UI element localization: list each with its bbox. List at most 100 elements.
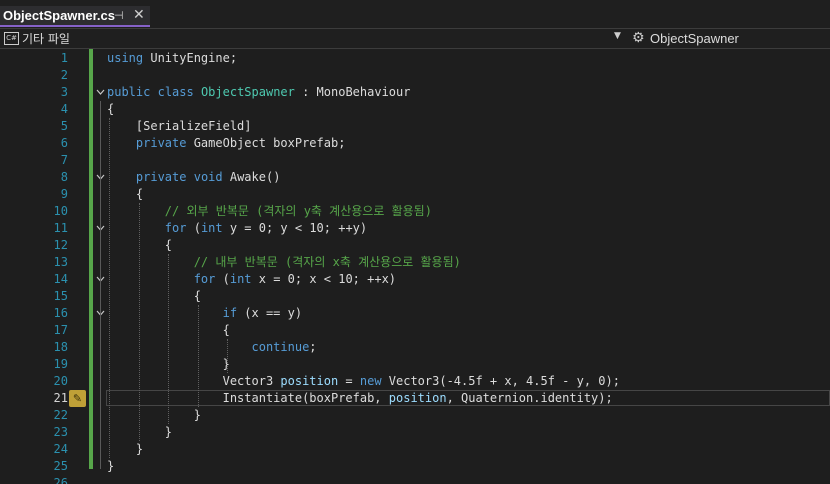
code-token: ( [215,272,230,286]
code-line: // 내부 반복문 (격자의 x축 계산용으로 활용됨) [107,254,461,271]
fold-toggle-icon[interactable] [96,84,105,101]
chevron-down-icon[interactable]: ▼ [614,31,621,41]
code-line: private void Awake() [107,169,281,186]
code-line: using UnityEngine; [107,50,237,67]
line-number: 1 [60,51,68,65]
code-line: Instantiate(boxPrefab, position, Quatern… [107,390,613,407]
document-tab-bar: ObjectSpawner.cs ⊣ ✕ [0,0,830,28]
class-icon: ⚙ [632,30,645,46]
code-token: { [107,238,173,252]
code-line: { [107,288,201,305]
project-label: 기타 파일 [22,32,70,46]
line-number: 6 [60,136,68,150]
line-number: 20 [53,374,68,388]
code-token: } [107,459,115,473]
code-token: void [193,170,223,184]
code-line: { [107,322,230,339]
code-line: { [107,186,143,203]
code-token: y = 0; y < 10; ++y) [222,221,368,235]
code-token: : MonoBehaviour [294,85,411,99]
code-token: = [338,374,360,388]
line-number: 12 [53,238,68,252]
code-line: if (x == y) [107,305,302,322]
quick-actions-lightbulb-icon[interactable]: ✎ [69,390,86,407]
line-number: 9 [60,187,68,201]
class-label: ObjectSpawner [650,31,739,46]
code-line: for (int y = 0; y < 10; ++y) [107,220,367,237]
code-token: new [359,374,382,388]
code-token: GameObject boxPrefab; [186,136,346,150]
code-line: { [107,237,172,254]
code-token: Awake() [222,170,281,184]
line-number: 2 [60,68,68,82]
code-line: private GameObject boxPrefab; [107,135,346,152]
navigation-bar: C# 기타 파일 ▼ ⚙ ObjectSpawner [0,28,830,49]
code-token: [SerializeField] [107,119,252,133]
code-token: { [107,323,230,337]
code-token: ObjectSpawner [200,85,295,99]
line-number: 4 [60,102,68,116]
line-number: 13 [53,255,68,269]
code-line: } [107,356,230,373]
code-line: } [107,407,201,424]
code-token: using [107,51,144,65]
code-token: int [200,221,223,235]
code-token: { [107,187,144,201]
close-icon[interactable]: ✕ [133,7,145,23]
pin-icon[interactable]: ⊣ [114,9,124,22]
code-token: { [107,102,115,116]
code-token: x = 0; x < 10; ++x) [251,272,397,286]
line-number: 23 [53,425,68,439]
code-token: // 외부 반복문 (격자의 y축 계산용으로 활용됨) [164,204,432,218]
line-number: 14 [53,272,68,286]
code-token: if [222,306,238,320]
code-token: int [229,272,252,286]
line-number: 3 [60,85,68,99]
line-number: 5 [60,119,68,133]
line-number: 26 [53,476,68,484]
project-dropdown[interactable]: C# 기타 파일 ▼ [0,29,630,48]
line-number: 11 [53,221,68,235]
code-token: { [107,289,201,303]
code-token: , Quaternion.identity); [446,391,613,405]
line-number: 16 [53,306,68,320]
code-token: private [135,136,187,150]
code-line: for (int x = 0; x < 10; ++x) [107,271,396,288]
line-number: 21 [53,391,68,405]
code-token: Vector3(-4.5f + x, 4.5f - y, 0); [381,374,620,388]
tab-title: ObjectSpawner.cs [3,8,115,23]
code-token: continue [251,340,310,354]
code-line: Vector3 position = new Vector3(-4.5f + x… [107,373,620,390]
code-line: [SerializeField] [107,118,252,135]
line-number: 7 [60,153,68,167]
code-token: } [107,425,173,439]
code-token: // 내부 반복문 (격자의 x축 계산용으로 활용됨) [193,255,461,269]
code-token: ; [309,340,317,354]
change-tracking-bar [89,49,93,469]
class-dropdown[interactable]: ⚙ ObjectSpawner [630,29,830,48]
code-line: { [107,101,114,118]
code-editor[interactable]: 1 2 3 4 5 6 7 8 9 10 11 12 13 14 15 16 17 18 19 20 21 22 23 24 2… [0,49,830,484]
line-number: 19 [53,357,68,371]
code-token: Vector3 [107,374,281,388]
line-number: 15 [53,289,68,303]
document-tab[interactable]: ObjectSpawner.cs ⊣ ✕ [0,6,150,27]
code-token: class [157,85,194,99]
code-line: } [107,424,172,441]
code-token: ( [186,221,201,235]
code-token: (x == y) [237,306,303,320]
code-line: } [107,458,114,475]
line-number: 24 [53,442,68,456]
line-number: 25 [53,459,68,473]
line-number: 10 [53,204,68,218]
code-token: } [107,408,201,422]
